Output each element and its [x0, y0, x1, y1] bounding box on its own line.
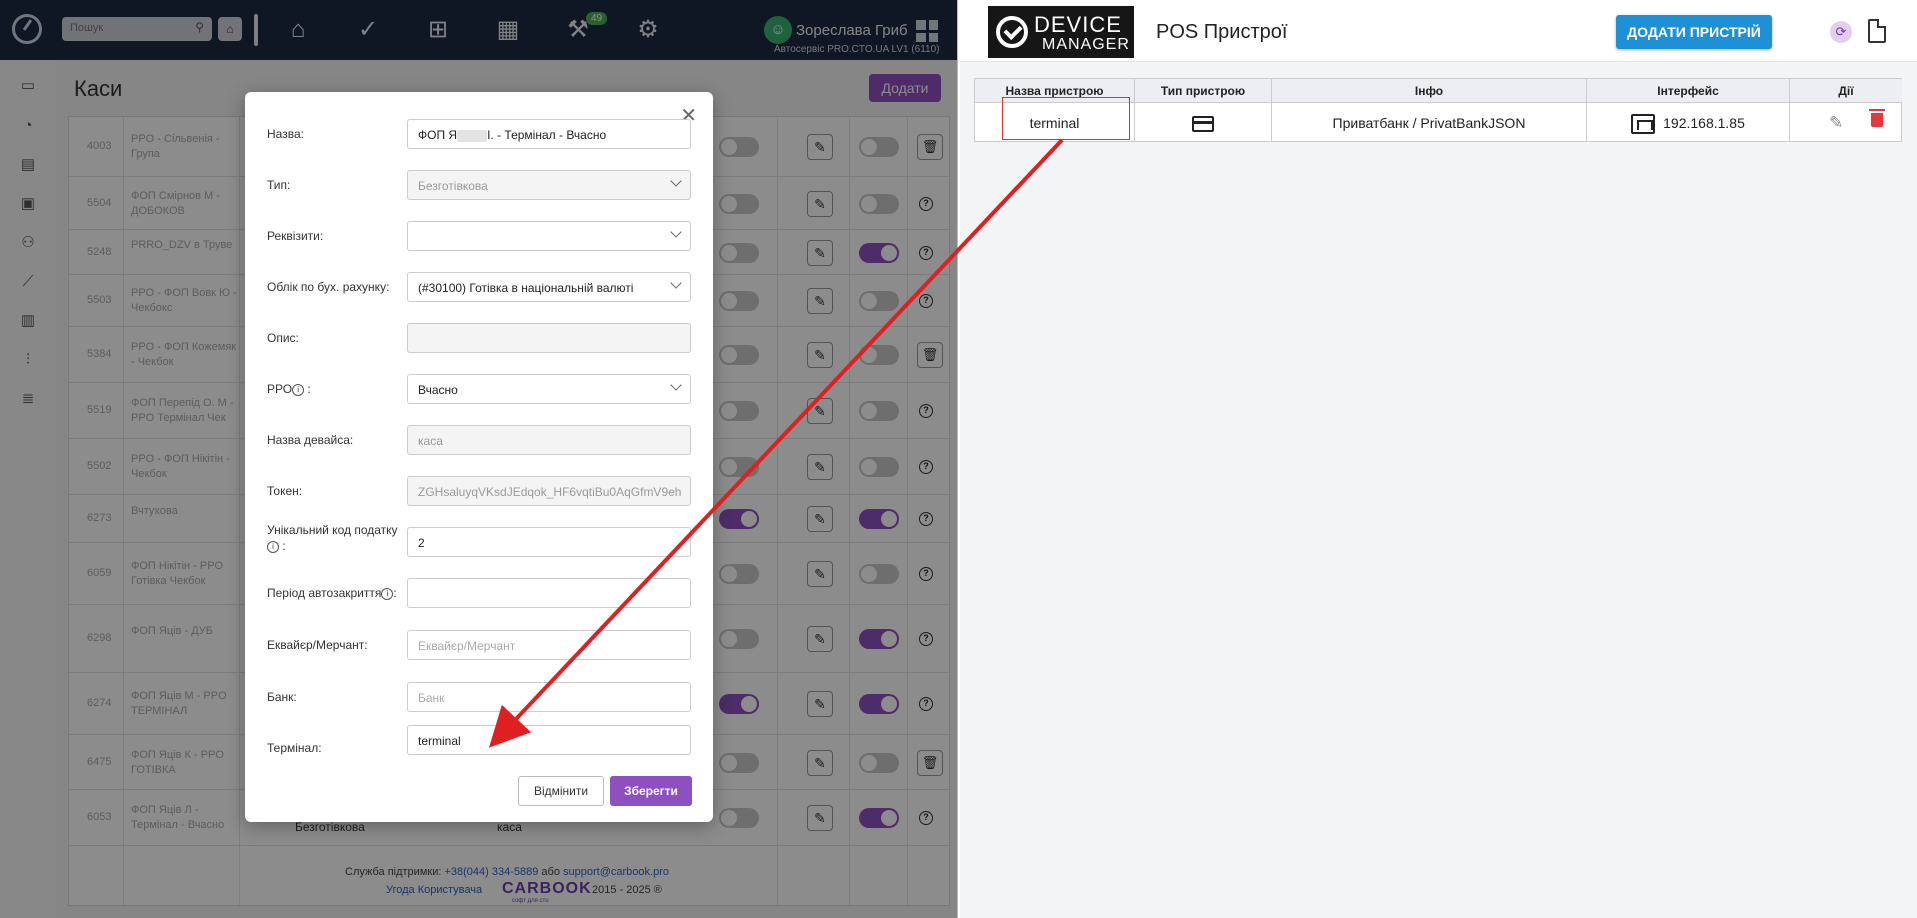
document-icon[interactable]: [1868, 19, 1886, 43]
name-input[interactable]: ФОП Я І. - Термінал - Вчасно: [407, 119, 691, 149]
chevron-down-icon: [670, 226, 682, 238]
tax-code-label-text: Унікальний код податку: [267, 523, 398, 537]
name-value-end: І. - Термінал - Вчасно: [487, 128, 607, 142]
auto-close-label: Період автозакриття i:: [267, 585, 409, 601]
acquirer-input[interactable]: Еквайєр/Мерчант: [407, 630, 691, 660]
name-value-start: ФОП Я: [418, 128, 458, 142]
info-icon[interactable]: i: [292, 383, 305, 396]
token-value: ZGHsaluyqVKsdJEdqok_HF6vqtiBu0AqGfmV9eh: [418, 485, 682, 499]
rro-label: РРО i :: [267, 381, 417, 397]
bank-input[interactable]: Банк: [407, 682, 691, 712]
description-label: Опис:: [267, 331, 299, 345]
interface-ip: 192.168.1.85: [1663, 115, 1745, 131]
chevron-down-icon: [670, 379, 682, 391]
device-type-cell: [1135, 104, 1271, 142]
name-label: Назва:: [267, 127, 304, 141]
terminal-label: Термінал:: [267, 741, 322, 755]
account-select[interactable]: (#30100) Готівка в національній валюті: [407, 272, 691, 302]
logo-text-bottom: MANAGER: [1042, 36, 1130, 53]
account-value: (#30100) Готівка в національній валюті: [418, 281, 634, 295]
tax-code-colon: :: [282, 539, 286, 553]
card-icon: [1192, 116, 1214, 133]
cancel-button[interactable]: Відмінити: [518, 776, 604, 806]
delete-trash-icon[interactable]: [1869, 109, 1885, 127]
auto-close-colon: :: [393, 586, 397, 600]
tax-code-label: Унікальний код податку i :: [267, 522, 407, 554]
bank-placeholder: Банк: [418, 691, 445, 705]
bank-label: Банк:: [267, 690, 297, 704]
terminal-input[interactable]: terminal: [407, 725, 691, 755]
device-name-input: каса: [407, 425, 691, 455]
logo-text-top: DEVICE: [1034, 12, 1122, 37]
carbook-window: Пошук ⚲ ⌂ ⌂ ✓ ⊞ ▦ ⚒ 49 ⚙ ☺ Зорeслава Гри…: [0, 0, 958, 918]
requisites-select[interactable]: [407, 221, 691, 251]
page-title: POS Пристрої: [1156, 21, 1288, 43]
info-icon[interactable]: i: [381, 587, 394, 600]
edit-cashbox-modal: ✕ Назва: ФОП Я І. - Термінал - Вчасно Тип…: [245, 92, 713, 822]
redacted-text: [457, 129, 488, 142]
token-input: ZGHsaluyqVKsdJEdqok_HF6vqtiBu0AqGfmV9eh: [407, 476, 691, 506]
check-circle-logo-icon: [996, 16, 1028, 48]
edit-pencil-icon[interactable]: ✎: [1829, 113, 1843, 133]
chevron-down-icon: [670, 277, 682, 289]
save-button[interactable]: Зберегти: [610, 776, 692, 806]
rro-select[interactable]: Вчасно: [407, 374, 691, 404]
col-header-device-type: Тип пристрою: [1135, 79, 1271, 103]
col-header-actions: Дії: [1790, 79, 1902, 103]
tax-code-input[interactable]: 2: [407, 527, 691, 557]
chevron-down-icon: [670, 175, 682, 187]
device-name-value: каса: [418, 434, 443, 448]
info-icon[interactable]: i: [267, 540, 279, 553]
device-manager-logo: DEVICE MANAGER: [988, 6, 1134, 58]
device-name-label: Назва девайса:: [267, 433, 354, 447]
account-label: Облік по бух. рахунку:: [267, 280, 390, 294]
add-device-button[interactable]: ДОДАТИ ПРИСТРІЙ: [1616, 15, 1772, 49]
requisites-label: Реквізити:: [267, 229, 324, 243]
type-label: Тип:: [267, 178, 291, 192]
col-header-interface: Інтерфейс: [1587, 79, 1789, 103]
highlight-box: [1002, 97, 1130, 140]
type-value: Безготівкова: [418, 179, 488, 193]
col-header-info: Інфо: [1272, 79, 1586, 103]
device-info-cell: Приватбанк / PrivatBankJSON: [1332, 115, 1526, 131]
ethernet-icon: [1631, 114, 1656, 135]
terminal-value: terminal: [418, 734, 461, 748]
auto-close-label-text: Період автозакриття: [267, 586, 382, 600]
auto-close-input[interactable]: [407, 578, 691, 608]
device-interface-cell: 192.168.1.85: [1587, 104, 1789, 142]
sync-icon[interactable]: ⟳: [1830, 21, 1852, 43]
tax-code-value: 2: [418, 536, 425, 550]
rro-value: Вчасно: [418, 383, 458, 397]
acquirer-placeholder: Еквайєр/Мерчант: [418, 639, 516, 653]
column-divider: [1789, 79, 1790, 141]
token-label: Токен:: [267, 484, 303, 498]
type-select: Безготівкова: [407, 170, 691, 200]
rro-label-text: РРО: [267, 382, 293, 396]
rro-colon: :: [307, 382, 311, 396]
description-input: [407, 323, 691, 353]
acquirer-label: Еквайєр/Мерчант:: [267, 638, 368, 652]
device-manager-header: DEVICE MANAGER POS Пристрої ДОДАТИ ПРИСТ…: [960, 0, 1917, 62]
